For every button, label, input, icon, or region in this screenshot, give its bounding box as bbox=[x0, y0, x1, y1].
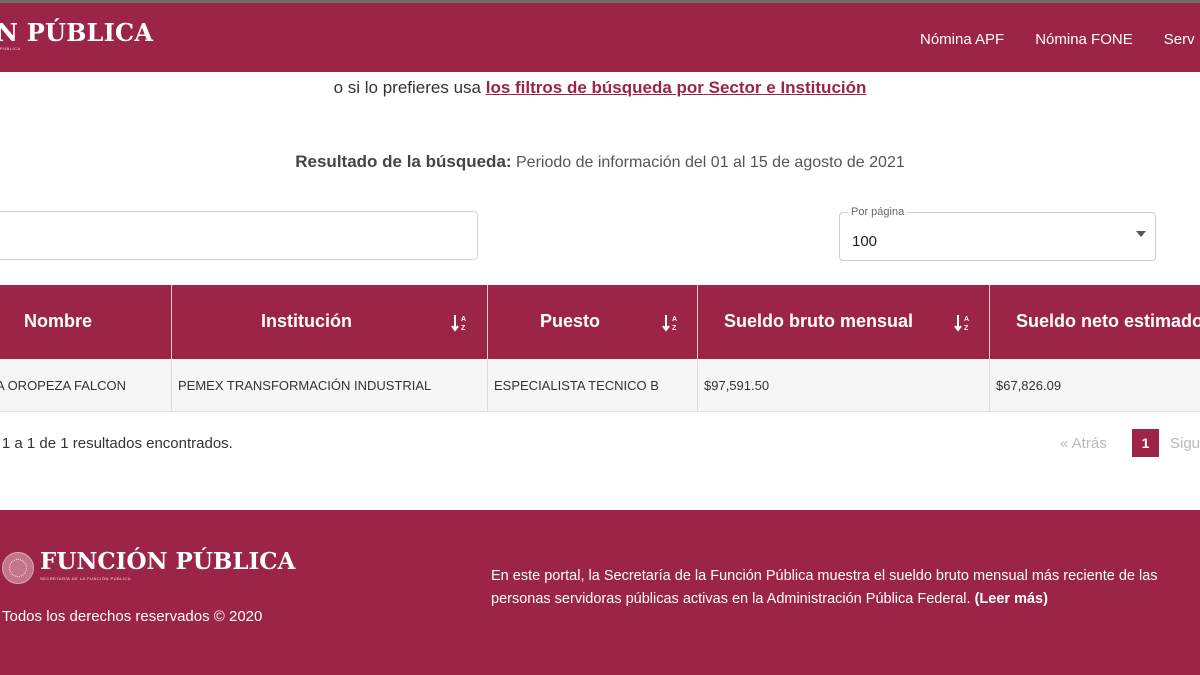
filter-hint: o si lo prefieres usa los filtros de bús… bbox=[0, 78, 1200, 98]
column-header-label: Institución bbox=[261, 311, 352, 331]
nav-servicios[interactable]: Serv bbox=[1164, 31, 1195, 48]
column-header-sueldo-neto[interactable]: Sueldo neto estimado bbox=[990, 285, 1200, 359]
svg-text:Z: Z bbox=[461, 325, 466, 332]
cell-nombre: A OROPEZA FALCON bbox=[0, 359, 172, 412]
table-row[interactable]: A OROPEZA FALCON PEMEX TRANSFORMACIÓN IN… bbox=[0, 359, 1200, 412]
cell-puesto: ESPECIALISTA TECNICO B bbox=[488, 359, 698, 412]
svg-text:A: A bbox=[964, 316, 969, 323]
result-summary: Resultado de la búsqueda: Periodo de inf… bbox=[0, 152, 1200, 172]
cell-text: ESPECIALISTA TECNICO B bbox=[494, 378, 659, 393]
column-header-nombre[interactable]: Nombre bbox=[0, 285, 172, 359]
column-header-institucion[interactable]: Institución A Z bbox=[172, 285, 488, 359]
search-input[interactable] bbox=[0, 211, 478, 260]
footer-logo: FUNCIÓN PÚBLICA bbox=[40, 548, 296, 575]
column-header-label: Sueldo bruto mensual bbox=[724, 311, 914, 331]
cell-text: A OROPEZA FALCON bbox=[0, 378, 127, 393]
read-more-link[interactable]: (Leer más) bbox=[975, 591, 1048, 607]
national-seal-icon bbox=[2, 552, 34, 584]
pagination-current-page[interactable]: 1 bbox=[1132, 429, 1159, 457]
sort-az-icon[interactable]: A Z bbox=[451, 313, 469, 333]
footer-logo-subtitle: SECRETARÍA DE LA FUNCIÓN PÚBLICA bbox=[40, 576, 132, 581]
cell-sueldo-bruto: $97,591.50 bbox=[698, 359, 990, 412]
cell-text: $97,591.50 bbox=[704, 378, 770, 393]
table-header-row: Nombre Institución A Z Puesto A Z Sueldo… bbox=[0, 285, 1200, 359]
cell-sueldo-neto: $67,826.09 bbox=[990, 359, 1200, 412]
filter-hint-prefix: o si lo prefieres usa bbox=[333, 78, 486, 97]
result-period: Periodo de información del 01 al 15 de a… bbox=[511, 154, 905, 171]
column-header-puesto[interactable]: Puesto A Z bbox=[488, 285, 698, 359]
svg-text:Z: Z bbox=[672, 325, 677, 332]
per-page-label: Por página bbox=[848, 206, 908, 218]
per-page-value: 100 bbox=[852, 233, 878, 250]
column-header-label: Sueldo neto estimado bbox=[1016, 311, 1200, 331]
column-header-sueldo-bruto[interactable]: Sueldo bruto mensual A Z bbox=[698, 285, 990, 359]
nav-nomina-apf[interactable]: Nómina APF bbox=[920, 31, 1004, 48]
column-header-label: Nombre bbox=[24, 311, 93, 331]
copyright-text: Todos los derechos reservados © 2020 bbox=[2, 608, 263, 625]
svg-text:Z: Z bbox=[964, 325, 969, 332]
column-header-label: Puesto bbox=[540, 311, 601, 331]
results-count: lo 1 a 1 de 1 resultados encontrados. bbox=[0, 435, 233, 452]
svg-text:A: A bbox=[461, 316, 466, 323]
top-navigation-bar: N PÚBLICA PÚBLICA Nómina APF Nómina FONE… bbox=[0, 0, 1200, 72]
sort-az-icon[interactable]: A Z bbox=[954, 313, 972, 333]
sector-filters-link[interactable]: los filtros de búsqueda por Sector e Ins… bbox=[486, 78, 867, 97]
footer-about-text: En este portal, la Secretaría de la Func… bbox=[491, 568, 1158, 607]
pagination-next[interactable]: Sigu bbox=[1170, 435, 1200, 452]
site-logo-subtitle: PÚBLICA bbox=[0, 46, 21, 51]
footer-about: En este portal, la Secretaría de la Func… bbox=[491, 565, 1191, 611]
cell-text: PEMEX TRANSFORMACIÓN INDUSTRIAL bbox=[178, 378, 432, 393]
sort-az-icon[interactable]: A Z bbox=[662, 313, 680, 333]
pagination-prev[interactable]: « Atrás bbox=[1060, 435, 1107, 452]
cell-institucion: PEMEX TRANSFORMACIÓN INDUSTRIAL bbox=[172, 359, 488, 412]
svg-text:A: A bbox=[672, 316, 677, 323]
result-label: Resultado de la búsqueda: bbox=[295, 152, 512, 171]
nav-nomina-fone[interactable]: Nómina FONE bbox=[1035, 31, 1133, 48]
main-nav: Nómina APF Nómina FONE Serv bbox=[920, 31, 1200, 48]
per-page-select[interactable]: Por página 100 bbox=[839, 206, 1156, 261]
site-logo[interactable]: N PÚBLICA bbox=[0, 18, 153, 47]
caret-down-icon[interactable] bbox=[1136, 231, 1146, 237]
cell-text: $67,826.09 bbox=[996, 378, 1062, 393]
footer: FUNCIÓN PÚBLICA SECRETARÍA DE LA FUNCIÓN… bbox=[0, 510, 1200, 675]
